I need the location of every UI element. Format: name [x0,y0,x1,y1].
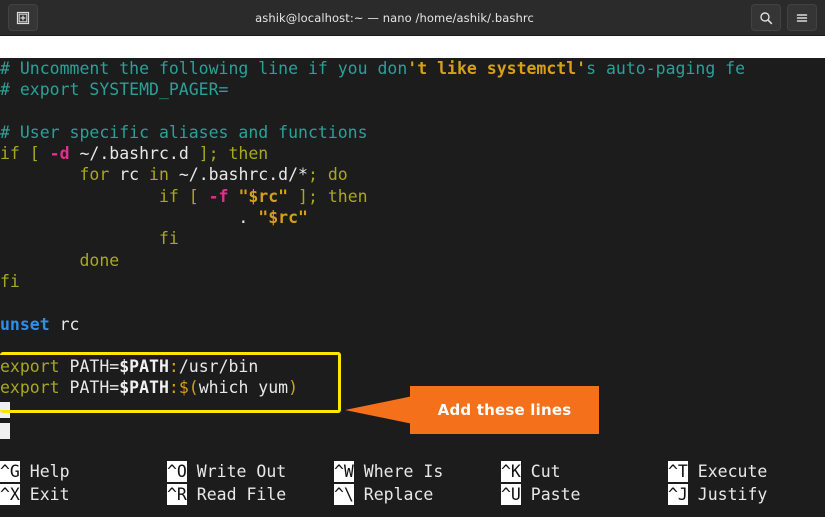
code-token: $PATH [119,378,169,398]
code-token: "$rc" [258,208,308,228]
search-icon[interactable] [751,4,781,31]
code-token: if [ [0,186,209,206]
code-line: # export SYSTEMD_PAGER= [0,79,825,100]
shortcut-label: Cut [520,462,561,481]
terminal-window: ashik@localhost:~ — nano /home/ashik/.ba… [0,0,825,517]
code-token: -f [208,186,229,206]
code-line: # User specific aliases and functions [0,122,825,143]
add-terminal-icon[interactable] [8,4,38,31]
hamburger-menu-icon[interactable] [787,4,817,31]
shortcut-key: ^G [0,461,20,482]
code-token: # Uncomment the following line if you do… [0,59,408,78]
shortcut-row-2: ^X Exit ^R Read File ^\ Replace ^U Paste ^J … [0,483,825,506]
code-token: ) [288,378,299,398]
code-line: if [ -f "$rc" ]; then [0,186,825,207]
code-token: PATH= [59,378,120,398]
code-token: ~/.bashrc.d/* [168,165,308,185]
code-token: # User specific aliases and functions [0,122,368,142]
nano-header-bar: GNU nano 5.6.1 /home/ashik/.bashrc Modif… [0,36,825,58]
code-token: for [0,165,110,185]
code-line: done [0,250,825,271]
code-token: ~/.bashrc.d [69,144,189,164]
shortcut-label: Where Is [353,462,444,481]
code-line: if [ -d ~/.bashrc.d ]; then [0,143,825,164]
shortcut-label: Write Out [186,462,287,481]
code-token: PATH= [59,357,120,377]
code-token: if [ [0,144,50,164]
code-token: fi [0,271,20,291]
code-line: # Uncomment the following line if you do… [0,58,825,79]
code-line: fi [0,228,825,249]
code-token: $PATH [119,357,169,377]
code-token: /usr/bin [178,357,259,377]
shortcut-key: ^U [501,484,521,505]
window-titlebar: ashik@localhost:~ — nano /home/ashik/.ba… [0,0,825,36]
titlebar-actions [751,4,817,31]
code-line: fi [0,271,825,292]
code-token: ]; then [288,186,368,206]
shortcut-key: ^\ [334,484,354,505]
code-line: . "$rc" [0,207,825,228]
code-token: rc [49,314,80,334]
shortcut-key: ^X [0,484,20,505]
code-token: : [168,357,179,377]
shortcut-key: ^K [501,461,521,482]
code-token: ]; then [188,144,269,164]
code-token: ; do [307,165,348,185]
code-token: export [0,378,60,398]
nano-shortcut-bar: ^G Help ^O Write Out ^W Where Is ^K Cut ^T E… [0,460,825,510]
code-token: fi [0,229,179,249]
shortcut-key: ^W [334,461,354,482]
code-token: # export SYSTEMD_PAGER= [0,80,229,100]
shortcut-label: Execute [687,462,768,481]
code-token: which yum [198,378,289,398]
code-token: unset [0,314,50,334]
text-cursor [0,423,10,440]
code-token: -d [49,144,70,164]
code-token: export [0,357,60,377]
shortcut-item[interactable]: ^\ Replace [334,483,433,506]
shortcut-key: ^O [167,461,187,482]
annotation-arrow [345,396,413,424]
code-token: in [149,165,169,185]
window-title: ashik@localhost:~ — nano /home/ashik/.ba… [255,10,534,25]
shortcut-label: Replace [353,485,434,504]
code-token: "$rc" [238,186,289,206]
shortcut-item[interactable]: ^W Where Is [334,460,443,483]
annotation-text: Add these lines [437,401,572,419]
shortcut-item[interactable]: ^O Write Out [167,460,286,483]
shortcut-label: Read File [186,485,287,504]
shortcut-item[interactable]: ^X Exit [0,483,70,506]
code-token: s auto-paging fe [586,59,746,78]
code-line: export PATH=$PATH:/usr/bin [0,356,825,377]
shortcut-label: Justify [687,485,768,504]
shortcut-label: Exit [19,485,70,504]
code-token: 't like systemctl' [407,59,587,78]
shortcut-key: ^J [668,484,688,505]
shortcut-item[interactable]: ^K Cut [501,460,561,483]
shortcut-item[interactable]: ^T Execute [668,460,767,483]
code-token: rc [109,165,150,185]
shortcut-key: ^T [668,461,688,482]
code-token: . [0,208,259,228]
text-cursor [0,401,10,418]
shortcut-item[interactable]: ^R Read File [167,483,286,506]
shortcut-label: Paste [520,485,581,504]
code-token: done [0,250,120,270]
shortcut-row-1: ^G Help ^O Write Out ^W Where Is ^K Cut ^T E… [0,460,825,483]
shortcut-label: Help [19,462,70,481]
code-token: :$( [168,378,199,398]
shortcut-item[interactable]: ^J Justify [668,483,767,506]
terminal-content[interactable]: GNU nano 5.6.1 /home/ashik/.bashrc Modif… [0,36,825,517]
code-line: for rc in ~/.bashrc.d/*; do [0,164,825,185]
code-line: unset rc [0,314,825,335]
shortcut-item[interactable]: ^G Help [0,460,70,483]
shortcut-item[interactable]: ^U Paste [501,483,580,506]
annotation-callout: Add these lines [410,386,599,434]
shortcut-key: ^R [167,484,187,505]
